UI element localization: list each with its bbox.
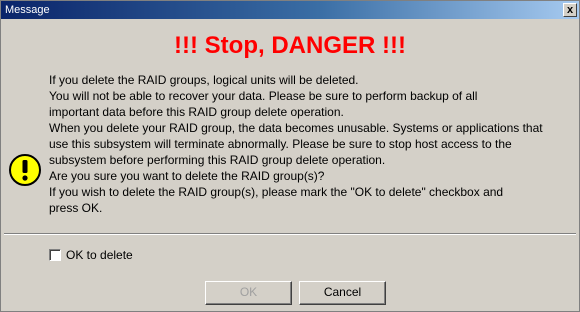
close-button[interactable]: x xyxy=(563,3,577,17)
message-line: subsystem before performing this RAID gr… xyxy=(49,153,386,167)
message-line: important data before this RAID group de… xyxy=(49,105,344,119)
ok-button[interactable]: OK xyxy=(205,281,292,305)
warning-icon xyxy=(9,154,41,186)
warning-message: If you delete the RAID groups, logical u… xyxy=(49,72,574,216)
message-line: press OK. xyxy=(49,201,103,215)
danger-heading: !!! Stop, DANGER !!! xyxy=(174,32,406,59)
message-dialog: Message x !!! Stop, DANGER !!! If you de… xyxy=(0,0,580,312)
cancel-button[interactable]: Cancel xyxy=(299,281,386,305)
ok-to-delete-row[interactable]: OK to delete xyxy=(49,247,133,263)
title-bar: Message x xyxy=(1,1,579,19)
message-line: If you delete the RAID groups, logical u… xyxy=(49,73,359,87)
separator xyxy=(4,233,576,235)
message-line: You will not be able to recover your dat… xyxy=(49,89,478,103)
message-line: use this subsystem will terminate abnorm… xyxy=(49,137,512,151)
close-icon: x xyxy=(566,4,574,16)
ok-to-delete-checkbox[interactable] xyxy=(49,249,61,261)
message-line: When you delete your RAID group, the dat… xyxy=(49,121,543,135)
ok-to-delete-label[interactable]: OK to delete xyxy=(66,247,133,263)
message-line: If you wish to delete the RAID group(s),… xyxy=(49,185,504,199)
window-title: Message xyxy=(5,4,50,16)
message-line: Are you sure you want to delete the RAID… xyxy=(49,169,325,183)
